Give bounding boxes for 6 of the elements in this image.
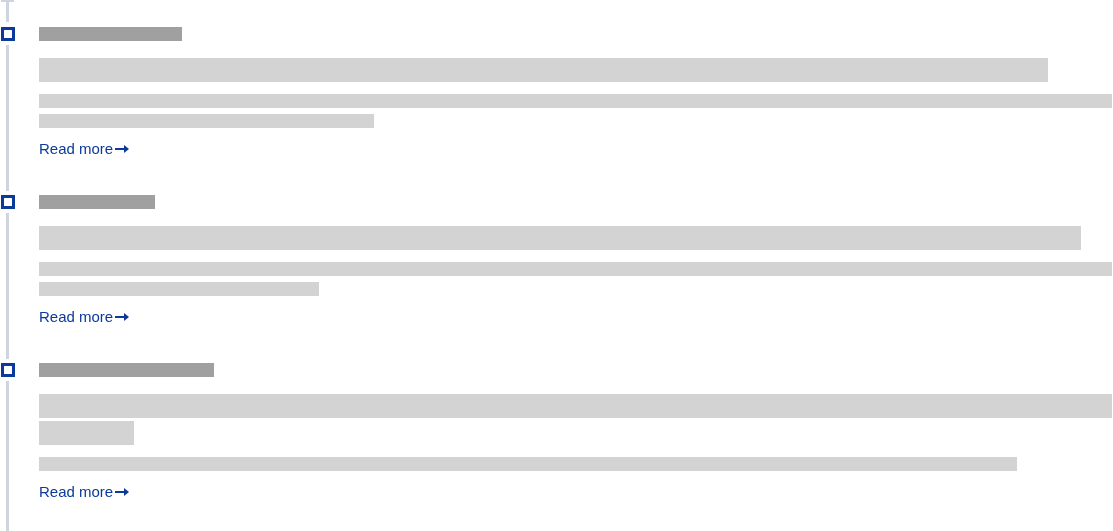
read-more-link[interactable]: Read more xyxy=(39,483,130,501)
arrow-right-icon xyxy=(115,145,130,153)
read-more-link[interactable]: Read more xyxy=(39,140,130,158)
read-more-link[interactable]: Read more xyxy=(39,308,130,326)
arrow-right-icon xyxy=(115,488,130,496)
arrow-right-icon xyxy=(115,313,130,321)
